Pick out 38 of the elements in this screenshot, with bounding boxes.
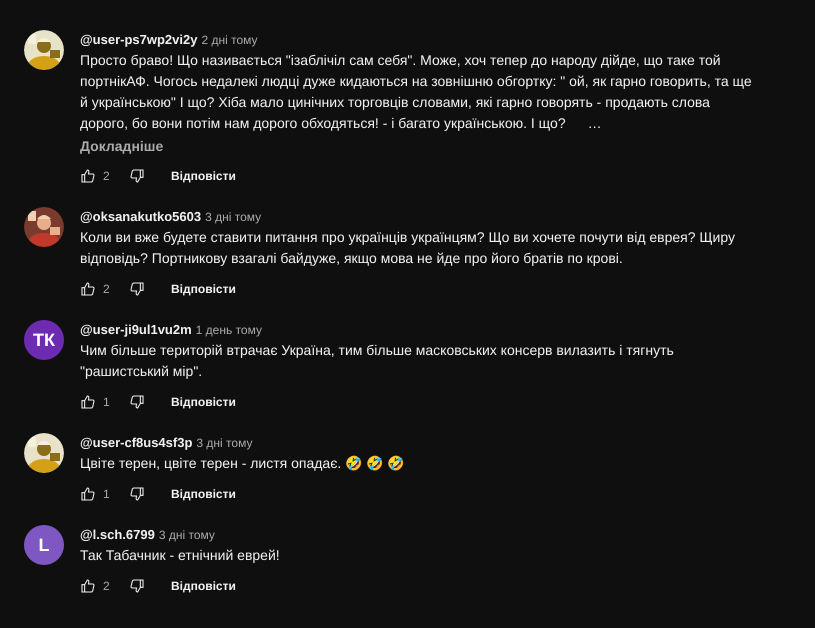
like-count: 2 [103, 169, 111, 183]
comment-time[interactable]: 3 дні тому [158, 525, 215, 545]
like-count: 1 [103, 395, 111, 409]
thumbs-up-icon [80, 486, 96, 502]
avatar[interactable]: ТК [24, 320, 64, 360]
thumbs-down-icon [129, 394, 145, 410]
comment-text: Так Табачник - етнічний еврей! [80, 546, 280, 565]
comment-text: Коли ви вже будете ставити питання про українців українцям? Що ви хочете почути від еврея? Щиру відповідь? Портникову взагалі байдуже, якщо мова не йде про його братів по крові. [80, 228, 736, 268]
author-name[interactable]: @user-ji9ul1vu2m [80, 320, 192, 340]
read-more-button[interactable]: Докладніше [80, 135, 164, 156]
reply-button[interactable]: Відповісти [159, 160, 248, 192]
comment-time[interactable]: 1 день тому [196, 320, 262, 340]
comment-time[interactable]: 3 дні тому [205, 207, 262, 227]
like-count: 1 [103, 487, 111, 501]
comment-text: Чим більше територій втрачає Україна, тим більше масковських консерв вилазить і тягнуть "рашистський мір". [80, 341, 674, 381]
author-name[interactable]: @l.sch.6799 [80, 525, 155, 545]
author-name[interactable]: @oksanakutko5603 [80, 207, 202, 227]
like-count: 2 [103, 579, 111, 593]
comment-text: Цвіте терен, цвіте терен - листя опадає. 🤣 🤣 🤣 [80, 454, 404, 473]
comment-text: Просто браво! Що називається "ізаблічіл сам себя". Може, хоч тепер до народу дійде, що таке той портнікАФ. Чогось недалекі людці дуже кидаються на зовнішню обгортку: " ой, як гарно говорить, та ще й українською" І що? Хіба мало цинічних торговців словами, які гарно говорять - продають слова дорого, бо вони потім нам дорого обходяться! - і багато українською. І що? … [80, 51, 752, 133]
author-name[interactable]: @user-cf8us4sf3p [80, 433, 192, 453]
author-name[interactable]: @user-ps7wp2vi2y [80, 30, 198, 50]
thumbs-down-icon [129, 281, 145, 297]
thumbs-down-icon [129, 168, 145, 184]
reply-button[interactable]: Відповісти [159, 386, 248, 418]
reply-button[interactable]: Відповісти [159, 570, 248, 602]
comment-time[interactable]: 3 дні тому [196, 433, 252, 453]
thumbs-down-icon [129, 486, 145, 502]
comment-time[interactable]: 2 дні тому [201, 30, 258, 50]
thumbs-up-icon [80, 281, 96, 297]
reply-button[interactable]: Відповісти [159, 478, 248, 510]
thumbs-down-icon [129, 578, 145, 594]
thumbs-up-icon [80, 168, 96, 184]
reply-button[interactable]: Відповісти [159, 273, 248, 305]
thumbs-up-icon [80, 578, 96, 594]
avatar[interactable]: L [24, 525, 64, 565]
thumbs-up-icon [80, 394, 96, 410]
like-count: 2 [103, 282, 111, 296]
